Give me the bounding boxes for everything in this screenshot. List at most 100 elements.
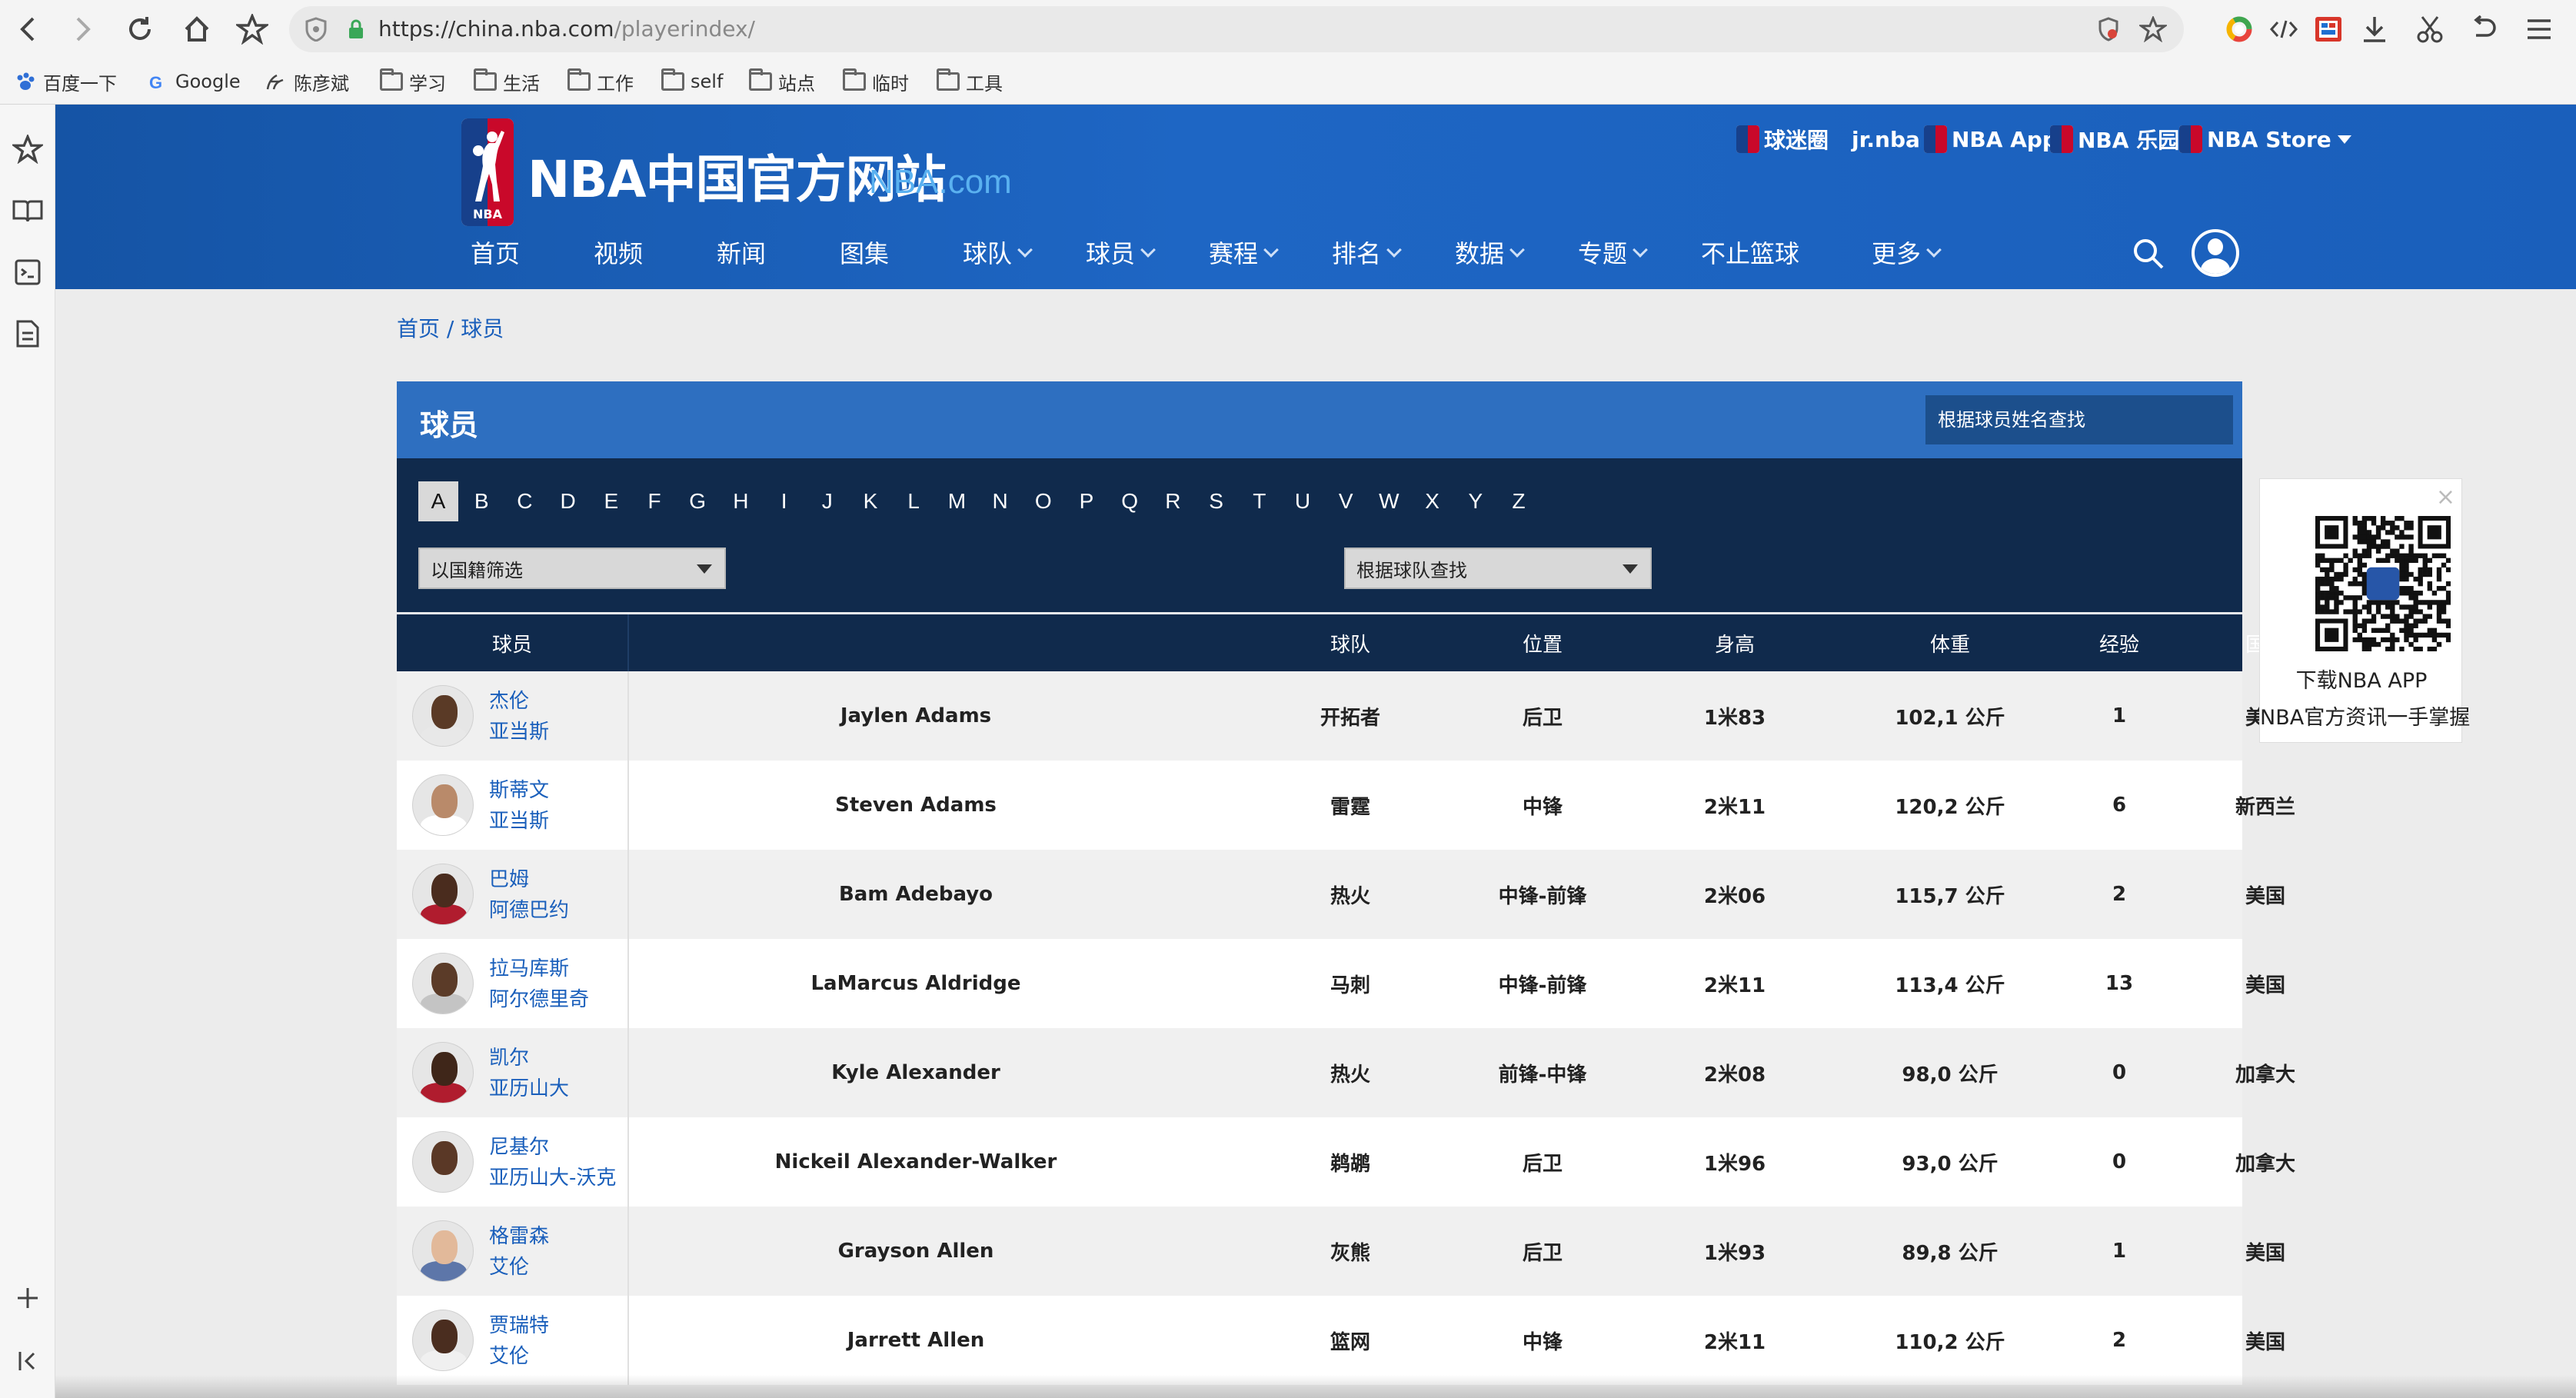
letter-s[interactable]: S xyxy=(1196,481,1236,521)
nav-item-standings[interactable]: 排名 xyxy=(1332,235,1402,269)
search-icon[interactable] xyxy=(2132,237,2165,271)
letter-t[interactable]: T xyxy=(1240,481,1280,521)
player-last-name-link[interactable]: 亚当斯 xyxy=(489,805,620,834)
partner-link[interactable]: NBA 乐园 xyxy=(2050,120,2179,158)
player-first-name-link[interactable]: 贾瑞特 xyxy=(489,1310,620,1338)
bookmark-user[interactable]: 陈彦斌 xyxy=(265,66,349,97)
letter-l[interactable]: L xyxy=(894,481,934,521)
bookmark-baidu[interactable]: 百度一下 xyxy=(14,66,117,97)
letter-v[interactable]: V xyxy=(1326,481,1366,521)
breadcrumb-home[interactable]: 首页 xyxy=(397,316,440,341)
player-avatar[interactable] xyxy=(412,1310,474,1371)
col-header-experience[interactable]: 经验 xyxy=(2050,614,2188,671)
player-last-name-link[interactable]: 亚历山大-沃克 xyxy=(489,1162,620,1190)
bookmark-google[interactable]: G Google xyxy=(146,66,241,97)
bookmark-folder[interactable]: 工具 xyxy=(937,66,1003,97)
player-last-name-link[interactable]: 艾伦 xyxy=(489,1251,620,1280)
bookmark-folder[interactable]: 学习 xyxy=(380,66,446,97)
back-icon[interactable] xyxy=(8,8,48,51)
player-avatar[interactable] xyxy=(412,1220,474,1282)
player-avatar[interactable] xyxy=(412,1131,474,1193)
bookmark-folder[interactable]: 生活 xyxy=(474,66,540,97)
reload-icon[interactable] xyxy=(120,8,160,51)
letter-k[interactable]: K xyxy=(850,481,890,521)
bookmark-star-icon[interactable] xyxy=(232,8,272,51)
nav-item-players[interactable]: 球员 xyxy=(1086,235,1156,269)
bookmark-folder[interactable]: self xyxy=(661,66,723,97)
partner-link[interactable]: NBA Store xyxy=(2179,120,2351,158)
letter-b[interactable]: B xyxy=(461,481,501,521)
nav-item-topics[interactable]: 专题 xyxy=(1578,235,1648,269)
screenshot-icon[interactable] xyxy=(11,255,45,289)
notes-icon[interactable] xyxy=(11,317,45,351)
letter-u[interactable]: U xyxy=(1283,481,1323,521)
letter-o[interactable]: O xyxy=(1023,481,1063,521)
player-first-name-link[interactable]: 拉马库斯 xyxy=(489,953,620,981)
table-row[interactable]: 杰伦亚当斯Jaylen Adams开拓者后卫1米83102,1 公斤1美国 xyxy=(397,671,2285,761)
download-icon[interactable] xyxy=(2356,11,2393,48)
nav-item-home[interactable]: 首页 xyxy=(471,235,520,269)
player-avatar[interactable] xyxy=(412,953,474,1014)
player-first-name-link[interactable]: 尼基尔 xyxy=(489,1131,620,1160)
table-row[interactable]: 贾瑞特 艾伦 Jarrett Allen 篮网 中锋 2米11 110,2 公斤 2 美国 xyxy=(397,1296,2285,1385)
menu-icon[interactable] xyxy=(2521,11,2558,48)
player-last-name-link[interactable]: 亚历山大 xyxy=(489,1073,620,1101)
table-row[interactable]: 格雷森 艾伦 Grayson Allen 灰熊 后卫 1米93 89,8 公斤 1 美国 xyxy=(397,1207,2285,1296)
player-last-name-link[interactable]: 阿尔德里奇 xyxy=(489,984,620,1012)
breadcrumb-current[interactable]: 球员 xyxy=(461,316,504,341)
reading-list-icon[interactable] xyxy=(11,194,45,228)
home-icon[interactable] xyxy=(177,8,217,51)
letter-q[interactable]: Q xyxy=(1110,481,1150,521)
favorites-star-icon[interactable] xyxy=(11,132,45,166)
site-permission-icon[interactable] xyxy=(2093,15,2124,43)
player-last-name-link[interactable]: 艾伦 xyxy=(489,1340,620,1369)
col-header-weight[interactable]: 体重 xyxy=(1858,614,2042,671)
letter-a[interactable]: A xyxy=(418,481,458,521)
team-filter-select[interactable]: 根据球队查找 xyxy=(1344,548,1652,589)
player-last-name-link[interactable]: 亚当斯 xyxy=(489,716,620,744)
nav-item-teams[interactable]: 球队 xyxy=(963,235,1033,269)
col-header-height[interactable]: 身高 xyxy=(1666,614,1804,671)
letter-g[interactable]: G xyxy=(677,481,717,521)
favorite-star-icon[interactable] xyxy=(2138,15,2168,43)
letter-w[interactable]: W xyxy=(1369,481,1409,521)
address-bar[interactable]: https://china.nba.com/playerindex/ xyxy=(289,6,2184,52)
col-header-team[interactable]: 球队 xyxy=(1281,614,1419,671)
player-first-name-link[interactable]: 杰伦 xyxy=(489,685,620,714)
player-first-name-link[interactable]: 斯蒂文 xyxy=(489,774,620,803)
player-first-name-link[interactable]: 凯尔 xyxy=(489,1042,620,1070)
player-avatar[interactable] xyxy=(412,774,474,836)
undo-icon[interactable] xyxy=(2465,11,2502,48)
player-avatar[interactable] xyxy=(412,1042,474,1103)
player-avatar[interactable] xyxy=(412,685,474,747)
partner-link[interactable]: jr.nba xyxy=(1852,120,1920,158)
user-account-icon[interactable] xyxy=(2192,229,2239,277)
scissors-icon[interactable] xyxy=(2411,11,2448,48)
table-row[interactable]: 拉马库斯 阿尔德里奇 LaMarcus Aldridge 马刺 中锋-前锋 2米11 113… xyxy=(397,939,2285,1028)
letter-f[interactable]: F xyxy=(634,481,674,521)
nav-item-stats[interactable]: 数据 xyxy=(1455,235,1525,269)
close-icon[interactable]: × xyxy=(2436,484,2455,511)
letter-d[interactable]: D xyxy=(548,481,588,521)
code-icon[interactable] xyxy=(2265,11,2302,48)
letter-n[interactable]: N xyxy=(980,481,1020,521)
fe-helper-icon[interactable] xyxy=(2310,11,2347,48)
nba-logo[interactable]: NBA xyxy=(461,118,514,226)
player-first-name-link[interactable]: 格雷森 xyxy=(489,1220,620,1249)
letter-z[interactable]: Z xyxy=(1499,481,1539,521)
nav-item-news[interactable]: 新闻 xyxy=(717,235,766,269)
bookmark-folder[interactable]: 工作 xyxy=(567,66,634,97)
letter-m[interactable]: M xyxy=(937,481,977,521)
table-row[interactable]: 凯尔 亚历山大 Kyle Alexander 热火 前锋-中锋 2米08 98,0 公斤 0 加… xyxy=(397,1028,2295,1117)
letter-i[interactable]: I xyxy=(764,481,804,521)
partner-link[interactable]: 球迷圈 xyxy=(1736,120,1829,158)
col-header-player[interactable]: 球员 xyxy=(397,614,627,671)
letter-r[interactable]: R xyxy=(1153,481,1193,521)
nav-item-more[interactable]: 更多 xyxy=(1872,235,1942,269)
letter-x[interactable]: X xyxy=(1413,481,1453,521)
player-avatar[interactable] xyxy=(412,864,474,925)
nav-item-schedule[interactable]: 赛程 xyxy=(1209,235,1279,269)
collapse-sidebar-icon[interactable] xyxy=(11,1344,45,1378)
letter-p[interactable]: P xyxy=(1067,481,1107,521)
col-header-position[interactable]: 位置 xyxy=(1473,614,1612,671)
